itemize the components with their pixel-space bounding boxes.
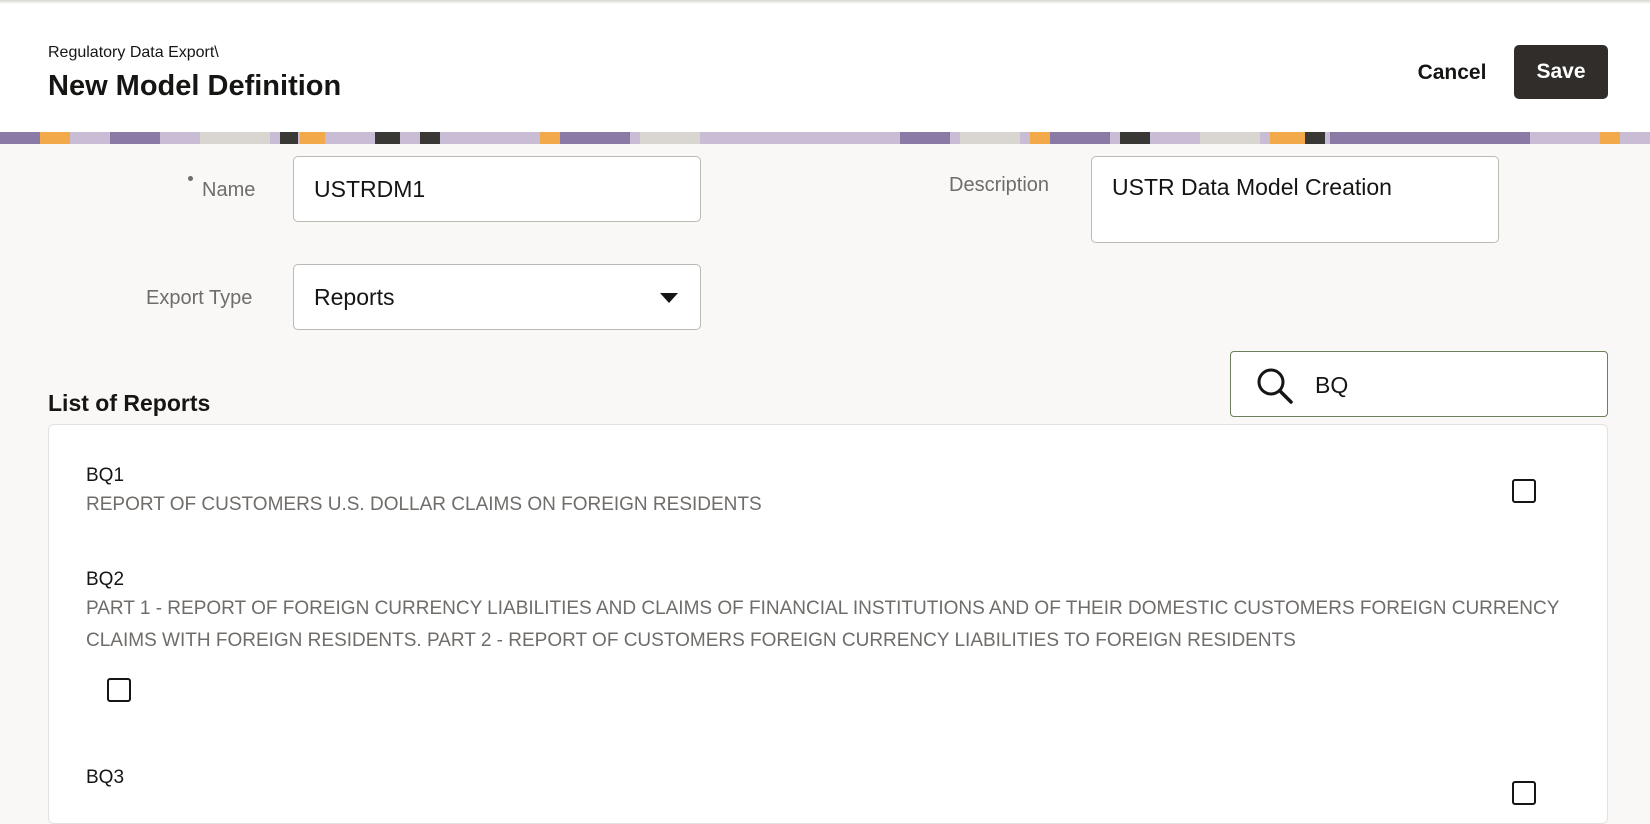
report-checkbox[interactable] <box>1512 781 1536 805</box>
report-checkbox[interactable] <box>107 678 131 702</box>
search-input[interactable]: BQ <box>1230 351 1608 417</box>
description-label: Description <box>949 174 1050 196</box>
report-checkbox[interactable] <box>1512 479 1536 503</box>
cancel-button[interactable]: Cancel <box>1404 46 1500 100</box>
name-label: Name <box>202 179 256 201</box>
export-type-value: Reports <box>314 284 395 310</box>
report-description: PART 1 - REPORT OF FOREIGN CURRENCY LIAB… <box>86 598 1560 651</box>
report-description: REPORT OF CUSTOMERS U.S. DOLLAR CLAIMS O… <box>86 494 762 515</box>
search-icon <box>1257 368 1293 404</box>
report-list: BQ1 REPORT OF CUSTOMERS U.S. DOLLAR CLAI… <box>48 424 1608 824</box>
dropdown-caret-icon <box>660 293 678 303</box>
decorative-banner <box>0 132 1650 144</box>
page-header: Regulatory Data Export\ New Model Defini… <box>0 0 1650 132</box>
top-shadow <box>0 0 1650 4</box>
report-code: BQ3 <box>86 767 125 788</box>
name-field[interactable]: USTRDM1 <box>293 156 701 222</box>
list-title: List of Reports <box>48 390 211 416</box>
breadcrumb[interactable]: Regulatory Data Export\ <box>48 44 219 62</box>
export-type-label: Export Type <box>146 287 253 309</box>
save-button[interactable]: Save <box>1514 45 1608 99</box>
search-value: BQ <box>1315 372 1349 398</box>
description-field[interactable]: USTR Data Model Creation <box>1091 156 1499 243</box>
report-code: BQ2 <box>86 569 125 590</box>
page-title: New Model Definition <box>48 70 342 102</box>
report-code: BQ1 <box>86 465 125 486</box>
required-indicator <box>188 176 193 181</box>
export-type-select[interactable]: Reports <box>293 264 701 330</box>
